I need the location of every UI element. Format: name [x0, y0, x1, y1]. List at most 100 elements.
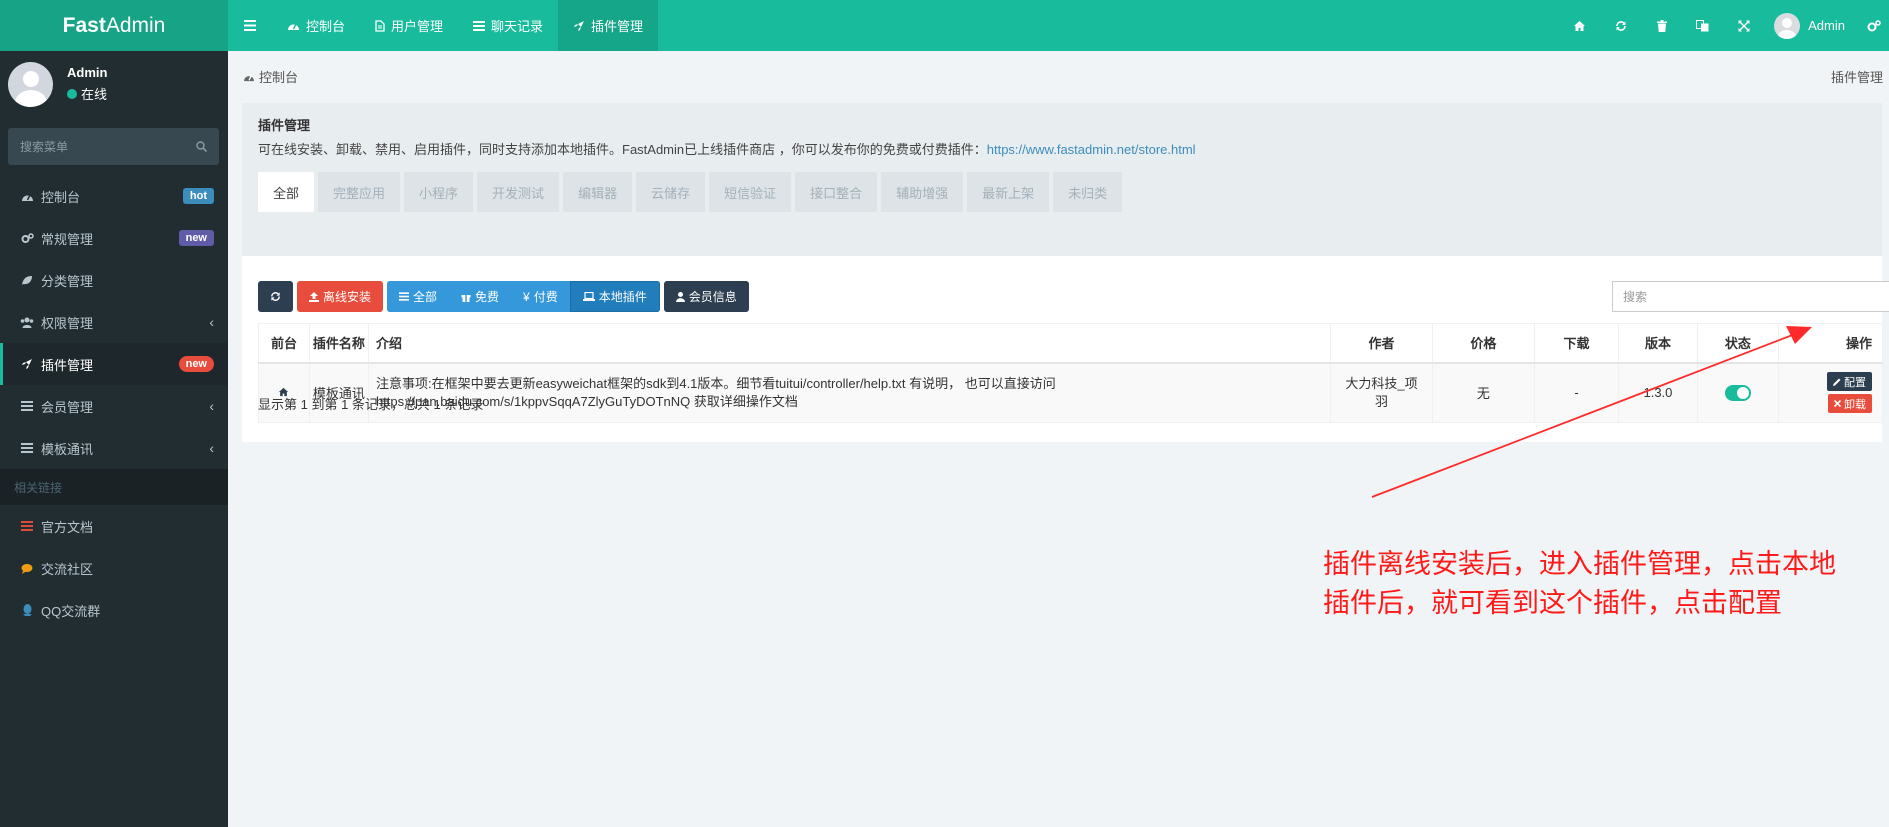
tab-all[interactable]: 全部 — [258, 172, 315, 212]
sidebar-item-label: 权限管理 — [41, 315, 94, 331]
sidebar-item-dashboard[interactable]: 控制台 hot — [0, 175, 228, 217]
filter-all-button[interactable]: 全部 — [387, 281, 450, 312]
list-icon — [21, 401, 33, 411]
sidebar-item-label: 控制台 — [41, 189, 81, 205]
store-link[interactable]: https://www.fastadmin.net/store.html — [987, 142, 1196, 157]
menu-search-input[interactable]: 搜索菜单 — [8, 128, 219, 165]
uninstall-button[interactable]: 卸载 — [1828, 394, 1872, 414]
tab-uncategorized[interactable]: 未归类 — [1053, 172, 1123, 212]
column-header[interactable]: 状态 — [1696, 323, 1780, 364]
topnav-dashboard[interactable]: 控制台 — [272, 0, 360, 51]
column-header[interactable]: 插件名称 — [308, 323, 369, 364]
column-header[interactable]: 作者 — [1330, 323, 1433, 364]
sidebar-item-auth[interactable]: 权限管理 ‹ — [0, 301, 228, 343]
column-header[interactable]: 操作 — [1778, 323, 1883, 364]
plugin-version[interactable]: 1.3.0 — [1618, 362, 1698, 423]
toolbar: 离线安装 全部 免费 ¥ 付费 本地插件 会员信息 — [258, 281, 749, 312]
clear-cache-button[interactable] — [1641, 0, 1682, 51]
fullscreen-button[interactable] — [1723, 0, 1764, 51]
app-logo[interactable]: Fast Admin — [0, 0, 228, 51]
panel-description: 可在线安装、卸载、禁用、启用插件，同时支持添加本地插件。FastAdmin已上线… — [258, 139, 1866, 158]
sidebar-item-category[interactable]: 分类管理 — [0, 259, 228, 301]
column-header[interactable]: 下载 — [1533, 323, 1620, 364]
sidebar-item-general[interactable]: 常规管理 new — [0, 217, 228, 259]
avatar — [8, 61, 53, 107]
tab-api[interactable]: 接口整合 — [795, 172, 878, 212]
topnav-label: 控制台 — [306, 19, 346, 34]
tab-full-app[interactable]: 完整应用 — [318, 172, 401, 212]
search-placeholder: 搜索菜单 — [20, 140, 69, 154]
language-button[interactable] — [1682, 0, 1723, 51]
tab-miniprogram[interactable]: 小程序 — [404, 172, 474, 212]
plugin-intro: 注意事项:在框架中要去更新easyweichat框架的sdk到4.1版本。细节看… — [367, 362, 1332, 423]
user-menu[interactable]: Admin — [1764, 0, 1859, 51]
home-button[interactable] — [1559, 0, 1600, 51]
topnav-users[interactable]: 用户管理 — [360, 0, 458, 51]
hamburger-icon — [244, 20, 256, 31]
panel-title: 插件管理 — [258, 118, 311, 133]
gears-icon — [1867, 19, 1881, 31]
intro-line: 注意事项:在框架中要去更新easyweichat框架的sdk到4.1版本。细节看… — [375, 375, 1056, 391]
config-button[interactable]: 配置 — [1827, 372, 1872, 392]
tab-dev-test[interactable]: 开发测试 — [477, 172, 560, 212]
sidebar-item-plugins[interactable]: 插件管理 new — [0, 343, 228, 385]
sidebar-item-members[interactable]: 会员管理 ‹ — [0, 385, 228, 427]
user-name: Admin — [1808, 18, 1845, 33]
topnav-label: 插件管理 — [591, 19, 644, 34]
filter-local-button[interactable]: 本地插件 — [569, 281, 660, 312]
list-icon — [21, 521, 33, 531]
user-icon — [675, 291, 685, 302]
annotation-text: 插件离线安装后，进入插件管理，点击本地 插件后，就可看到这个插件，点击配置 — [1323, 545, 1883, 623]
sidebar-toggle-button[interactable] — [228, 0, 272, 51]
sidebar: Admin 在线 搜索菜单 控制台 hot 常规管理 new 分类管理 权限管理 — [0, 51, 228, 827]
status-toggle[interactable] — [1724, 385, 1751, 402]
frontend-cell[interactable] — [258, 362, 310, 423]
home-icon — [1574, 20, 1586, 31]
breadcrumb-home[interactable]: 控制台 — [259, 67, 298, 86]
refresh-button[interactable] — [258, 281, 293, 312]
tab-enhance[interactable]: 辅助增强 — [881, 172, 964, 212]
column-header[interactable]: 版本 — [1618, 323, 1698, 364]
plugin-search-input[interactable]: 搜索 — [1612, 281, 1889, 312]
chevron-left-icon: ‹ — [209, 440, 214, 456]
column-header[interactable]: 介绍 — [367, 323, 1332, 364]
refresh-button[interactable] — [1600, 0, 1641, 51]
column-header[interactable]: 前台 — [258, 323, 310, 364]
button-label: 卸载 — [1844, 398, 1866, 411]
rocket-icon — [574, 20, 585, 31]
tab-newest[interactable]: 最新上架 — [967, 172, 1050, 212]
sidebar-item-label: 分类管理 — [41, 273, 94, 289]
pagination-info: 显示第 1 到第 1 条记录，总共 1 条记录 — [258, 397, 484, 412]
tab-sms[interactable]: 短信验证 — [709, 172, 792, 212]
plugin-table: 前台 插件名称 介绍 作者 价格 下载 版本 状态 操作 模板通讯 注意事项:在… — [258, 323, 1883, 423]
filter-free-button[interactable]: 免费 — [449, 281, 512, 312]
filter-paid-button[interactable]: ¥ 付费 — [511, 281, 570, 312]
new-badge: new — [178, 356, 214, 372]
plugin-author[interactable]: 大力科技_项 羽 — [1330, 362, 1433, 423]
qq-icon — [22, 604, 32, 616]
sidebar-item-label: QQ交流群 — [41, 603, 101, 619]
offline-install-button[interactable]: 离线安装 — [297, 281, 384, 312]
links-header: 相关链接 — [0, 469, 228, 505]
sidebar-link-docs[interactable]: 官方文档 — [0, 505, 228, 547]
topnav-plugins[interactable]: 插件管理 — [558, 0, 659, 51]
chevron-left-icon: ‹ — [209, 314, 214, 330]
operations-cell: 配置 卸载 — [1778, 362, 1883, 423]
author-line: 羽 — [1375, 393, 1389, 409]
annotation-line: 插件后，就可看到这个插件，点击配置 — [1323, 588, 1782, 619]
sidebar-item-template-msg[interactable]: 模板通讯 ‹ — [0, 427, 228, 469]
column-header[interactable]: 价格 — [1431, 323, 1535, 364]
sidebar-link-community[interactable]: 交流社区 — [0, 547, 228, 589]
settings-button[interactable] — [1859, 0, 1889, 51]
tab-cloud-storage[interactable]: 云储存 — [636, 172, 706, 212]
desc-text: 可在线安装、卸载、禁用、启用插件，同时支持添加本地插件。FastAdmin已上线… — [258, 142, 987, 157]
status-label: 在线 — [81, 87, 108, 102]
sidebar-link-qq[interactable]: QQ交流群 — [0, 589, 228, 631]
expand-icon — [1738, 19, 1750, 32]
topnav-chat[interactable]: 聊天记录 — [458, 0, 558, 51]
member-info-button[interactable]: 会员信息 — [663, 281, 749, 312]
tab-editor[interactable]: 编辑器 — [563, 172, 633, 212]
sidebar-item-label: 交流社区 — [41, 561, 94, 577]
file-icon — [375, 19, 385, 32]
pencil-icon — [1833, 378, 1841, 386]
